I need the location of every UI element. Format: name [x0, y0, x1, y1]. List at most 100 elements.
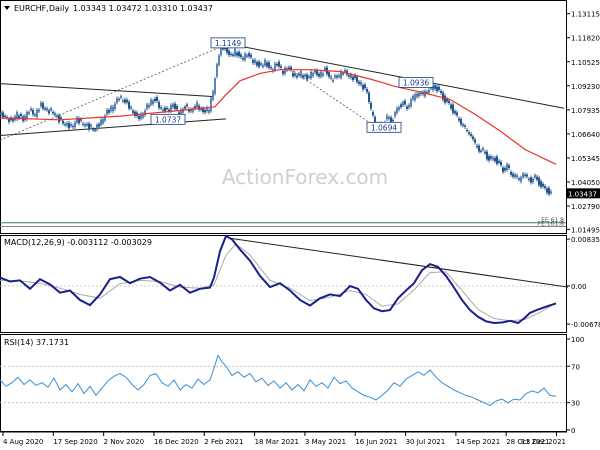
- candle-body: [278, 61, 281, 67]
- candle-body: [310, 72, 313, 79]
- candle-body: [526, 174, 529, 177]
- macd-plot: [0, 234, 569, 325]
- candle-body: [30, 108, 33, 111]
- rsi-title: RSI(14) 37.1731: [4, 338, 69, 347]
- candle-body: [484, 151, 487, 154]
- candle-body: [398, 107, 401, 110]
- candle-body: [153, 98, 156, 101]
- candle-body: [402, 102, 405, 106]
- candle-body: [151, 100, 154, 104]
- candle-body: [372, 112, 375, 116]
- candle-body: [522, 173, 525, 178]
- candle-body: [400, 104, 403, 108]
- macd-trendline: [229, 237, 569, 288]
- candle-body: [85, 124, 88, 126]
- candle-body: [532, 179, 535, 183]
- price-y-tick-label: 1.11820: [571, 35, 600, 43]
- candle-body: [171, 104, 174, 108]
- candle-body: [270, 67, 273, 69]
- candle-body: [462, 124, 465, 126]
- candle-body: [50, 108, 53, 110]
- price-y-tick-label: 1.02790: [571, 203, 600, 211]
- candle-body: [540, 181, 543, 187]
- candle-body: [542, 183, 545, 187]
- candle-body: [121, 100, 124, 102]
- candle-body: [239, 54, 242, 58]
- candle-body: [416, 94, 419, 97]
- candle-body: [40, 102, 43, 107]
- candle-body: [538, 177, 541, 186]
- candle-body: [404, 100, 407, 105]
- price-chart-title: EURCHF,Daily: [14, 4, 69, 13]
- candle-body: [294, 73, 297, 76]
- collapse-triangle-icon[interactable]: [4, 6, 10, 10]
- candle-body: [159, 107, 162, 109]
- candle-body: [237, 51, 240, 57]
- candle-body: [414, 94, 417, 100]
- candle-body: [266, 62, 269, 67]
- candle-body: [304, 74, 307, 77]
- candle-body: [498, 160, 501, 163]
- macd-signal-line: [0, 243, 557, 322]
- candle-body: [546, 188, 549, 193]
- candle-body: [42, 103, 45, 109]
- watermark-text: ActionForex.com: [222, 165, 388, 189]
- candle-body: [332, 80, 335, 82]
- price-y-tick-label: 1.05345: [571, 155, 600, 163]
- price-y-tick-label: 1.01495: [571, 226, 600, 234]
- candle-body: [344, 70, 347, 72]
- trendline: [0, 118, 227, 137]
- candle-body: [308, 76, 311, 78]
- candle-body: [342, 73, 345, 75]
- candle-body: [155, 97, 158, 101]
- candle-body: [91, 129, 94, 131]
- candle-body: [264, 60, 267, 66]
- x-tick-label: 2 Nov 2020: [104, 438, 144, 446]
- candle-body: [18, 115, 21, 119]
- candle-body: [89, 125, 92, 127]
- candle-body: [34, 114, 37, 116]
- candle-body: [502, 167, 505, 172]
- x-tick-label: 3 May 2021: [305, 438, 346, 446]
- candle-body: [213, 78, 216, 94]
- candle-body: [530, 177, 533, 183]
- candle-body: [63, 124, 66, 126]
- candle-body: [410, 99, 413, 107]
- candle-body: [438, 86, 441, 90]
- candle-body: [62, 120, 65, 124]
- candle-body: [504, 168, 507, 171]
- candle-body: [312, 73, 315, 76]
- candle-body: [316, 70, 319, 75]
- candle-body: [26, 112, 29, 120]
- candle-body: [79, 119, 82, 121]
- candle-body: [137, 115, 140, 120]
- candle-body: [396, 108, 399, 113]
- candle-body: [550, 191, 553, 193]
- candle-body: [161, 109, 164, 111]
- candle-body: [494, 158, 497, 162]
- candle-body: [20, 114, 23, 116]
- price-plot: EE 61.8FE 161.81.11491.07371.09361.0694: [0, 37, 566, 228]
- candle-body: [221, 48, 224, 50]
- candle-body: [336, 75, 339, 78]
- candle-body: [518, 178, 521, 180]
- candle-body: [129, 107, 132, 109]
- candle-body: [334, 75, 337, 78]
- candle-body: [145, 104, 148, 109]
- candle-body: [107, 109, 110, 113]
- x-tick-label: 13 Dec 2021: [521, 438, 566, 446]
- candle-body: [306, 74, 309, 80]
- candle-body: [524, 174, 527, 177]
- candle-body: [488, 156, 491, 161]
- candle-body: [149, 99, 152, 105]
- candle-body: [520, 177, 523, 182]
- candle-body: [219, 47, 222, 55]
- candle-body: [366, 89, 369, 93]
- candle-body: [32, 110, 35, 115]
- candle-body: [448, 100, 451, 103]
- candle-body: [458, 118, 461, 121]
- candle-body: [201, 108, 204, 113]
- candle-body: [512, 173, 515, 177]
- candle-body: [36, 109, 39, 117]
- candle-body: [486, 151, 489, 160]
